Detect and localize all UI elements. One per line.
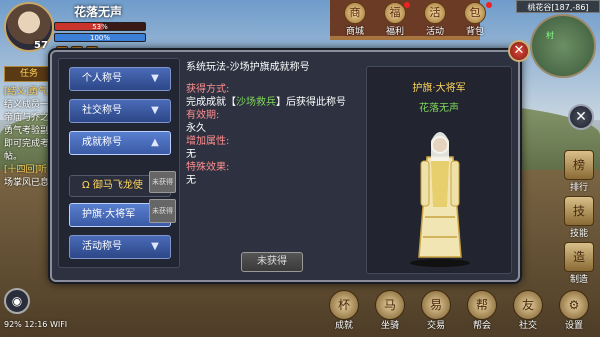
tab-label: 活动称号: [82, 241, 122, 252]
not-obtained-badge: 未获得: [149, 199, 176, 223]
title-item-general[interactable]: 护旗·大将军 未获得: [69, 199, 176, 227]
notification-dot: [486, 2, 492, 8]
achievement-icon: 杯: [329, 290, 359, 320]
side-skill-button[interactable]: 技 技能: [562, 196, 596, 239]
achievement-link[interactable]: 沙场救兵: [236, 97, 276, 108]
title-category-list: 个人称号 ▼ 社交称号 ▼ 成就称号 ▲ Ω 御马飞龙使 未获得 护旗·大将军 …: [58, 58, 180, 268]
bottom-label: 成就: [334, 321, 353, 331]
side-label: 排行: [569, 183, 588, 193]
close-side-icon[interactable]: ✕: [568, 104, 594, 130]
minimap-map[interactable]: [530, 14, 596, 78]
side-label: 技能: [569, 229, 588, 239]
bottom-label: 交易: [426, 321, 445, 331]
top-menu-label: 活动: [425, 27, 444, 37]
minimap-location: 桃花谷[187,-86]: [516, 0, 600, 13]
trade-icon: 易: [421, 290, 451, 320]
title-preview: 护旗·大将军 花落无声: [366, 66, 512, 274]
close-icon[interactable]: ✕: [508, 40, 530, 62]
detail-how-label: 获得方式:: [186, 84, 230, 95]
omega-icon: Ω: [82, 180, 90, 191]
chevron-down-icon: ▼: [151, 105, 159, 116]
detail-title: 系统玩法-沙场护旗成就称号: [186, 62, 310, 73]
detail-how-text: 完成成就【沙场救兵】后获得此称号: [186, 97, 346, 108]
top-menu-event[interactable]: 活 活动: [420, 0, 450, 37]
minimap[interactable]: 桃花谷[187,-86] 村: [516, 0, 600, 80]
detail-attr-label: 增加属性:: [186, 136, 230, 147]
minimap-marker: 村: [546, 31, 554, 40]
title-item-label: 御马飞龙使: [92, 180, 143, 191]
tab-label: 社交称号: [82, 105, 122, 116]
mount-icon: 马: [375, 290, 405, 320]
preview-title: 护旗·大将军: [412, 83, 466, 94]
device-status: 92% 12:16 WIFI: [4, 320, 67, 329]
bag-icon: 包: [464, 2, 486, 24]
bottom-settings-button[interactable]: ⚙ 设置: [554, 290, 594, 331]
bottom-label: 社交: [518, 321, 537, 331]
bottom-label: 坐骑: [380, 321, 399, 331]
preview-player-name: 花落无声: [419, 103, 459, 114]
quest-title: 听: [38, 165, 48, 175]
bottom-achievement-button[interactable]: 杯 成就: [324, 290, 364, 331]
notification-dot: [404, 2, 410, 8]
title-item-label: 护旗·大将军: [82, 209, 136, 220]
detail-attr-value: 无: [186, 149, 196, 160]
tab-social-title[interactable]: 社交称号 ▼: [69, 99, 171, 123]
tab-label: 个人称号: [82, 73, 122, 84]
mall-icon: 商: [344, 2, 366, 24]
bottom-guild-button[interactable]: 帮 帮会: [462, 290, 502, 331]
tab-label: 成就称号: [82, 137, 122, 148]
player-level: 57: [34, 40, 48, 51]
bottom-label: 帮会: [472, 321, 491, 331]
tab-achievement-title[interactable]: 成就称号 ▲: [69, 131, 171, 155]
detail-validity-label: 有效期:: [186, 110, 220, 121]
guild-icon: 帮: [467, 290, 497, 320]
side-rank-button[interactable]: 榜 排行: [562, 150, 596, 193]
detail-effect-label: 特殊效果:: [186, 162, 230, 173]
chevron-up-icon: ▲: [151, 137, 159, 148]
clock: 12:16: [24, 320, 48, 329]
player-name: 花落无声: [74, 5, 123, 19]
character-model: [410, 132, 470, 267]
rank-icon: 榜: [564, 150, 594, 180]
craft-icon: 造: [564, 242, 594, 272]
detail-effect-value: 无: [186, 175, 196, 186]
network-type: WIFI: [49, 320, 68, 329]
top-menu-label: 福利: [385, 27, 404, 37]
side-label: 制造: [569, 275, 588, 285]
bottom-trade-button[interactable]: 易 交易: [416, 290, 456, 331]
quest-tab[interactable]: 任务: [4, 66, 54, 82]
settings-icon: ⚙: [559, 290, 589, 320]
side-craft-button[interactable]: 造 制造: [562, 242, 596, 285]
bottom-mount-button[interactable]: 马 坐骑: [370, 290, 410, 331]
top-menu-label: 背包: [465, 27, 484, 37]
chevron-down-icon: ▼: [151, 241, 159, 252]
tab-event-title[interactable]: 活动称号 ▼: [69, 235, 171, 259]
top-menu-label: 商城: [345, 27, 364, 37]
camera-icon[interactable]: ◉: [4, 288, 30, 314]
event-icon: 活: [424, 2, 446, 24]
top-menu-mall[interactable]: 商 商城: [340, 0, 370, 37]
not-obtained-button[interactable]: 未获得: [241, 252, 303, 272]
tab-personal-title[interactable]: 个人称号 ▼: [69, 67, 171, 91]
skill-icon: 技: [564, 196, 594, 226]
hp-bar: 53%: [54, 22, 146, 31]
not-obtained-badge: 未获得: [149, 171, 176, 193]
detail-validity-value: 永久: [186, 123, 206, 134]
quest-title: 勇气: [29, 87, 48, 97]
chevron-down-icon: ▼: [151, 73, 159, 84]
bottom-label: 设置: [564, 321, 583, 331]
social-icon: 友: [513, 290, 543, 320]
bottom-social-button[interactable]: 友 社交: [508, 290, 548, 331]
mp-bar: 100%: [54, 33, 146, 42]
title-item-rider[interactable]: Ω 御马飞龙使 未获得: [69, 171, 176, 197]
title-detail: 系统玩法-沙场护旗成就称号 获得方式: 完成成就【沙场救兵】后获得此称号 有效期…: [186, 58, 358, 268]
gift-icon: 福: [384, 2, 406, 24]
quest-tag: [结义]: [4, 87, 30, 97]
quest-tag: [十四回]: [4, 165, 39, 175]
battery-level: 92%: [4, 320, 22, 329]
